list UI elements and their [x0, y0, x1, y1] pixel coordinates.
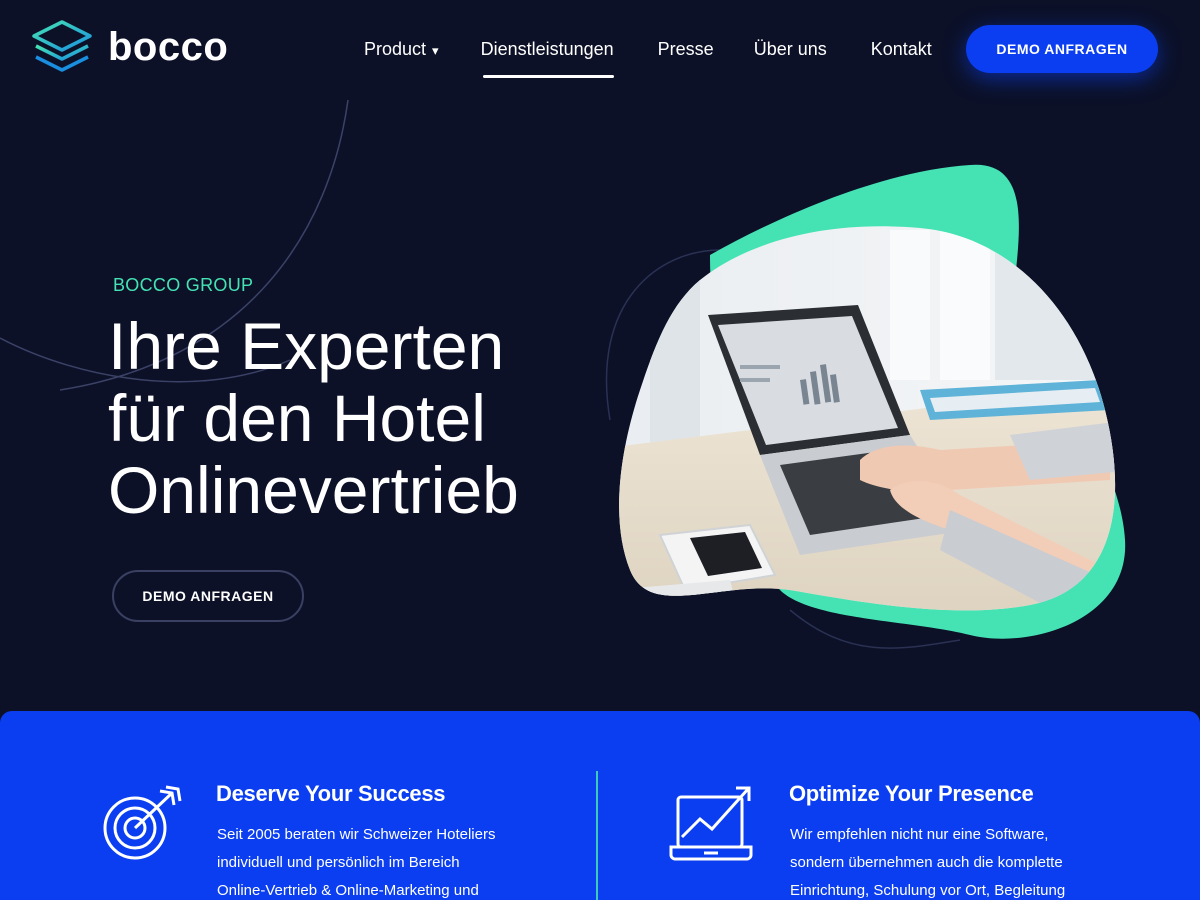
feature-text-line: individuell und persönlich im Bereich [217, 854, 460, 871]
nav-item-label: Product [364, 39, 427, 59]
feature-text-line: Online-Vertrieb & Online-Marketing und [217, 882, 479, 899]
hero-headline: Ihre Experten für den Hotel Onlinevertri… [108, 310, 578, 526]
nav-item-presse[interactable]: Presse [658, 38, 714, 62]
brand-name: bocco [108, 25, 229, 69]
brand-logo[interactable]: bocco [30, 20, 228, 78]
nav-item-label: Dienstleistungen [480, 39, 614, 59]
nav-item-label: Presse [657, 39, 714, 59]
main-menu: Product ▾ Dienstleistungen Presse Über un… [364, 38, 932, 78]
feature-text-line: sondern übernehmen auch die komplette [790, 854, 1063, 871]
laptop-growth-chart-icon [669, 786, 753, 861]
nav-item-kontakt[interactable]: Kontakt [871, 38, 932, 62]
headline-line: Onlinevertrieb [108, 453, 519, 527]
demo-request-button-hero[interactable]: DEMO ANFRAGEN [112, 570, 304, 622]
hero-eyebrow: BOCCO GROUP [113, 275, 254, 295]
layers-logo-icon [32, 20, 92, 72]
feature-title: Optimize Your Presence [789, 781, 1034, 806]
feature-text-line: Seit 2005 beraten wir Schweizer Hotelier… [217, 826, 496, 843]
feature-text-line: Wir empfehlen nicht nur eine Software, [790, 826, 1049, 843]
nav-item-label: Kontakt [870, 39, 932, 59]
nav-item-dienstleistungen[interactable]: Dienstleistungen [480, 38, 614, 78]
headline-line: für den Hotel [108, 381, 486, 455]
nav-item-ueber-uns[interactable]: Über uns [754, 38, 827, 62]
demo-request-button-header[interactable]: DEMO ANFRAGEN [966, 25, 1158, 73]
section-divider [596, 771, 598, 900]
top-navigation: bocco Product ▾ Dienstleistungen Presse Ü… [0, 0, 1200, 100]
feature-description: Wir empfehlen nicht nur eine Software, s… [790, 821, 1110, 900]
landing-page: bocco Product ▾ Dienstleistungen Presse Ü… [0, 0, 1200, 900]
feature-text-line: Einrichtung, Schulung vor Ort, Begleitun… [790, 882, 1066, 899]
features-section: Deserve Your Success Seit 2005 beraten w… [0, 711, 1200, 900]
photo-scene [619, 226, 1116, 611]
target-arrow-icon [103, 785, 182, 860]
feature-description: Seit 2005 beraten wir Schweizer Hotelier… [217, 821, 537, 900]
feature-title: Deserve Your Success [216, 781, 446, 806]
hero-image-laptop-workspace [619, 164, 1126, 639]
nav-item-label: Über uns [753, 39, 827, 59]
chevron-down-icon: ▾ [432, 43, 439, 58]
nav-item-product[interactable]: Product ▾ [364, 38, 439, 62]
headline-line: Ihre Experten [108, 309, 505, 383]
